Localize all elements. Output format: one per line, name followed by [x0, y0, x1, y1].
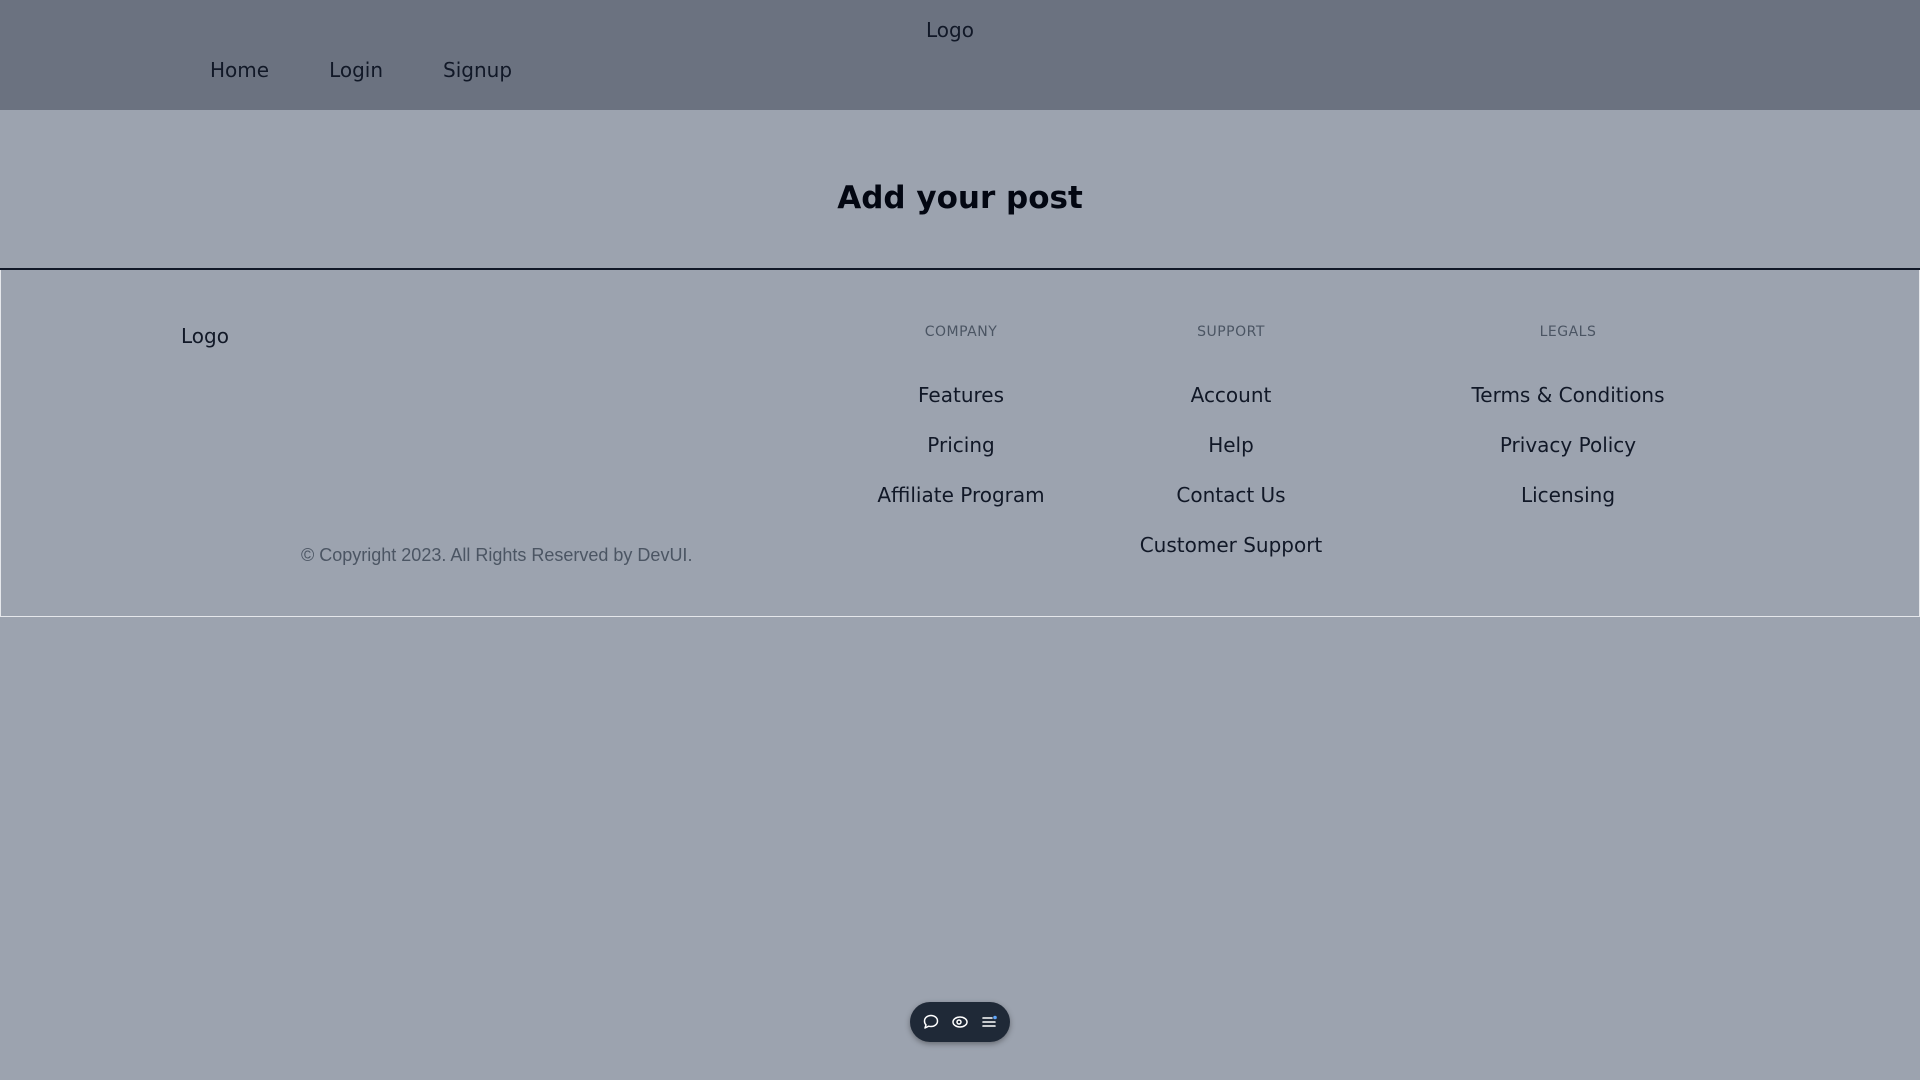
hero-section: Add your post: [0, 110, 1920, 270]
footer-link-help[interactable]: Help: [1131, 432, 1331, 482]
footer-link-list: Terms & Conditions Privacy Policy Licens…: [1441, 382, 1695, 532]
page-title: Add your post: [837, 180, 1083, 216]
nav-home-link[interactable]: Home: [210, 58, 269, 82]
footer-logo[interactable]: Logo: [181, 324, 229, 348]
footer-link-terms[interactable]: Terms & Conditions: [1441, 382, 1695, 432]
preview-button[interactable]: [948, 1010, 972, 1034]
footer-link-licensing[interactable]: Licensing: [1441, 482, 1695, 532]
footer-link-contact-us[interactable]: Contact Us: [1131, 482, 1331, 532]
footer-column-title: LEGALS: [1539, 324, 1597, 340]
footer-link-affiliate-program[interactable]: Affiliate Program: [861, 482, 1061, 532]
footer-column-title: COMPANY: [924, 324, 998, 340]
nav-signup-link[interactable]: Signup: [443, 58, 512, 82]
menu-button[interactable]: [977, 1010, 1001, 1034]
footer-column-company: COMPANY Features Pricing Affiliate Progr…: [861, 322, 1061, 532]
footer-column-legals: LEGALS Terms & Conditions Privacy Policy…: [1441, 322, 1695, 532]
footer-link-list: Account Help Contact Us Customer Support: [1131, 382, 1331, 582]
top-header: Logo Home Login Signup: [0, 0, 1920, 110]
footer-column-support: SUPPORT Account Help Contact Us Customer…: [1131, 322, 1331, 582]
comment-icon: [923, 1014, 939, 1029]
site-footer: Logo © Copyright 2023. All Rights Reserv…: [0, 270, 1920, 617]
footer-link-account[interactable]: Account: [1131, 382, 1331, 432]
footer-column-title: SUPPORT: [1197, 324, 1265, 340]
footer-link-customer-support[interactable]: Customer Support: [1131, 532, 1331, 582]
copyright-text: © Copyright 2023. All Rights Reserved by…: [301, 545, 693, 565]
eye-icon: [952, 1016, 968, 1028]
header-logo[interactable]: Logo: [0, 18, 1900, 42]
footer-link-features[interactable]: Features: [861, 382, 1061, 432]
footer-link-pricing[interactable]: Pricing: [861, 432, 1061, 482]
main-nav: Home Login Signup: [210, 58, 512, 82]
comment-button[interactable]: [919, 1010, 943, 1034]
floating-toolbar: [910, 1002, 1010, 1042]
list-icon: [982, 1015, 997, 1027]
nav-login-link[interactable]: Login: [329, 58, 383, 82]
footer-link-list: Features Pricing Affiliate Program: [861, 382, 1061, 532]
footer-link-privacy-policy[interactable]: Privacy Policy: [1441, 432, 1695, 482]
page: Logo Home Login Signup Add your post Log…: [0, 0, 1920, 1080]
